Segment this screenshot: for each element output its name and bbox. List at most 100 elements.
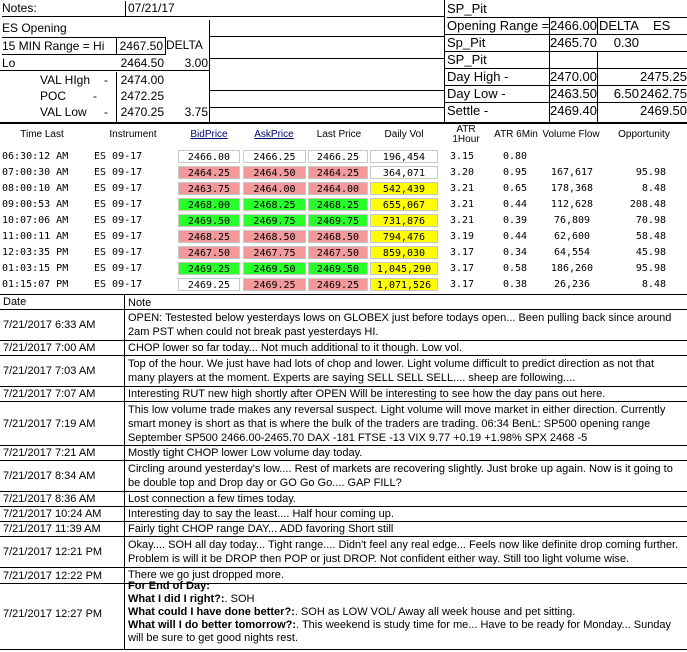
note-row[interactable]: 7/21/2017 7:00 AM CHOP lower so far today… bbox=[0, 341, 687, 356]
note-date: 7/21/2017 7:00 AM bbox=[0, 341, 125, 355]
q1: What I did I right?: bbox=[128, 593, 225, 605]
header-time-last[interactable]: Time Last bbox=[0, 124, 84, 146]
ticker-row[interactable]: 09:00:53 AM ES 09-17 2468.00 2468.25 2468.25… bbox=[0, 196, 687, 212]
ticker-cell-atr1: 3.15 bbox=[450, 151, 475, 162]
note-text[interactable]: Lost connection a few times today. bbox=[125, 492, 685, 506]
note-date: 7/21/2017 7:03 AM bbox=[0, 356, 125, 386]
ticker-cell-time: 12:03:35 PM bbox=[2, 247, 69, 258]
note-text[interactable]: Top of the hour. We just have had lots o… bbox=[125, 356, 685, 386]
q2: What could I have done better?: bbox=[128, 606, 295, 618]
header-bid-price[interactable]: BidPrice bbox=[178, 124, 240, 146]
val-high-value[interactable]: 2474.00 bbox=[116, 73, 166, 89]
ticker-cell-vol: 1,071,526 bbox=[370, 278, 438, 291]
note-row[interactable]: 7/21/2017 8:34 AM Circling around yesterd… bbox=[0, 461, 687, 492]
header-instrument[interactable]: Instrument bbox=[94, 124, 172, 146]
note-text[interactable]: Circling around yesterday's low.... Rest… bbox=[125, 461, 685, 491]
ticker-cell-flow: 26,236 bbox=[553, 279, 591, 290]
opening-range-value[interactable]: 2466.00 bbox=[549, 18, 597, 35]
ticker-cell-last: 2469.25 bbox=[308, 278, 368, 291]
note-text[interactable]: Interesting RUT new high shortly after O… bbox=[125, 387, 685, 401]
review-question-1: What I did I right?:. SOH bbox=[128, 593, 682, 606]
ticker-cell-opp bbox=[604, 150, 666, 163]
header-last-price[interactable]: Last Price bbox=[310, 124, 368, 146]
note-date: 7/21/2017 7:07 AM bbox=[0, 387, 125, 401]
ticker-cell-last: 2464.25 bbox=[308, 166, 368, 179]
es-opening-label: ES Opening bbox=[2, 21, 67, 35]
ticker-cell-atr1: 3.20 bbox=[450, 167, 475, 178]
date-spacer bbox=[210, 1, 444, 17]
ticker-row[interactable]: 12:03:35 PM ES 09-17 2467.50 2467.75 2467.50… bbox=[0, 244, 687, 260]
right-rule-3 bbox=[210, 107, 444, 108]
day-high-value[interactable]: 2470.00 bbox=[549, 69, 597, 86]
day-low-value[interactable]: 2463.50 bbox=[549, 86, 597, 103]
header-volume-flow[interactable]: Volume Flow bbox=[542, 124, 600, 146]
val-low-delta: 3.75 bbox=[184, 105, 208, 119]
note-text[interactable]: CHOP lower so far today... Not much addi… bbox=[125, 341, 685, 355]
range-hi-value[interactable]: 2467.50 bbox=[116, 37, 166, 55]
poc-value[interactable]: 2472.25 bbox=[116, 89, 166, 105]
delta-label: DELTA bbox=[166, 38, 203, 52]
ticker-row[interactable]: 11:00:11 AM ES 09-17 2468.25 2468.50 2468.50… bbox=[0, 228, 687, 244]
note-row[interactable]: 7/21/2017 7:03 AM Top of the hour. We jus… bbox=[0, 356, 687, 387]
ticker-cell-opp: 208.48 bbox=[629, 199, 666, 210]
ticker-cell-bid: 2463.75 bbox=[178, 182, 240, 195]
ticker-row[interactable]: 01:15:07 PM ES 09-17 2469.25 2469.25 2469.25… bbox=[0, 276, 687, 292]
ticker-cell-bid: 2469.25 bbox=[178, 278, 240, 291]
ticker-cell-opp: 70.98 bbox=[635, 215, 666, 226]
ticker-row[interactable]: 08:00:10 AM ES 09-17 2463.75 2464.00 2464.00… bbox=[0, 180, 687, 196]
ticker-cell-ask: 2469.50 bbox=[243, 262, 306, 275]
note-row[interactable]: 7/21/2017 6:33 AM OPEN: Testested below y… bbox=[0, 310, 687, 341]
ticker-cell-ask: 2469.25 bbox=[243, 278, 306, 291]
ticker-row[interactable]: 01:03:15 PM ES 09-17 2469.25 2469.50 2469.50… bbox=[0, 260, 687, 276]
note-text[interactable]: This low volume trade makes any reversal… bbox=[125, 402, 685, 445]
header-opportunity[interactable]: Opportunity bbox=[604, 124, 684, 146]
ticker-cell-inst: ES 09-17 bbox=[94, 151, 143, 162]
note-row[interactable]: 7/21/2017 11:39 AM Fairly tight CHOP rang… bbox=[0, 522, 687, 537]
notes-end-of-day-row[interactable]: 7/21/2017 12:27 PM For End of Day: What … bbox=[0, 578, 687, 650]
header-ask-price[interactable]: AskPrice bbox=[242, 124, 306, 146]
header-daily-vol[interactable]: Daily Vol bbox=[370, 124, 438, 146]
note-text[interactable]: Okay.... SOH all day today... Tight rang… bbox=[125, 537, 685, 567]
note-date: 7/21/2017 7:19 AM bbox=[0, 402, 125, 445]
opening-range-label: Opening Range = bbox=[447, 18, 550, 33]
note-text[interactable]: OPEN: Testested below yesterdays lows on… bbox=[125, 310, 685, 340]
note-row[interactable]: 7/21/2017 10:24 AM Interesting day to say… bbox=[0, 507, 687, 522]
ticker-cell-flow: 178,368 bbox=[550, 183, 594, 194]
note-text[interactable]: Interesting day to say the least.... Hal… bbox=[125, 507, 685, 521]
date-cell[interactable]: 07/21/17 bbox=[125, 1, 210, 17]
ticker-cell-last: 2468.50 bbox=[308, 230, 368, 243]
val-low-value[interactable]: 2470.25 bbox=[116, 105, 166, 121]
sp-pit-value[interactable]: 2465.70 bbox=[549, 35, 597, 51]
day-high-label: Day High - bbox=[447, 69, 509, 84]
ticker-cell-vol: 542,439 bbox=[370, 182, 438, 195]
lo-underline bbox=[0, 70, 210, 71]
ticker-row[interactable]: 10:07:06 AM ES 09-17 2469.50 2469.75 2469.75… bbox=[0, 212, 687, 228]
ticker-row[interactable]: 06:30:12 AM ES 09-17 2466.00 2466.25 2466.25… bbox=[0, 148, 687, 164]
note-text[interactable]: Mostly tight CHOP lower Low volume day t… bbox=[125, 446, 685, 460]
ticker-cell-atr6: 0.65 bbox=[503, 183, 528, 194]
settle-label: Settle - bbox=[447, 103, 489, 118]
note-row[interactable]: 7/21/2017 12:21 PM Okay.... SOH all day t… bbox=[0, 537, 687, 568]
note-text[interactable]: For End of Day: What I did I right?:. SO… bbox=[125, 578, 685, 649]
note-row[interactable]: 7/21/2017 7:21 AM Mostly tight CHOP lower… bbox=[0, 446, 687, 461]
settle-value[interactable]: 2469.40 bbox=[549, 103, 597, 120]
ticker-cell-vol: 655,067 bbox=[370, 198, 438, 211]
note-row[interactable]: 7/21/2017 8:36 AM Lost connection a few t… bbox=[0, 492, 687, 507]
ticker-cell-bid: 2467.50 bbox=[178, 246, 240, 259]
ticker-cell-time: 10:07:06 AM bbox=[2, 215, 69, 226]
q3: What will I do better tomorrow?: bbox=[128, 619, 297, 631]
ticker-cell-flow: 64,554 bbox=[553, 247, 591, 258]
ticker-cell-time: 08:00:10 AM bbox=[2, 183, 69, 194]
header-atr-6min[interactable]: ATR 6Min bbox=[494, 124, 538, 146]
ticker-cell-atr1: 3.17 bbox=[450, 247, 475, 258]
note-row[interactable]: 7/21/2017 7:07 AM Interesting RUT new hig… bbox=[0, 387, 687, 402]
ticker-row[interactable]: 07:00:30 AM ES 09-17 2464.25 2464.50 2464.25… bbox=[0, 164, 687, 180]
header-atr-1hour[interactable]: ATR 1Hour bbox=[442, 124, 490, 146]
ticker-cell-flow bbox=[544, 150, 600, 163]
es-opening-line bbox=[210, 20, 444, 37]
ticker-cell-bid: 2466.00 bbox=[178, 150, 240, 163]
note-row[interactable]: 7/21/2017 7:19 AM This low volume trade m… bbox=[0, 402, 687, 446]
note-text[interactable]: Fairly tight CHOP range DAY... ADD favor… bbox=[125, 522, 685, 536]
ticker-cell-time: 11:00:11 AM bbox=[2, 231, 69, 242]
val-low-label: VAL Low bbox=[40, 105, 87, 119]
